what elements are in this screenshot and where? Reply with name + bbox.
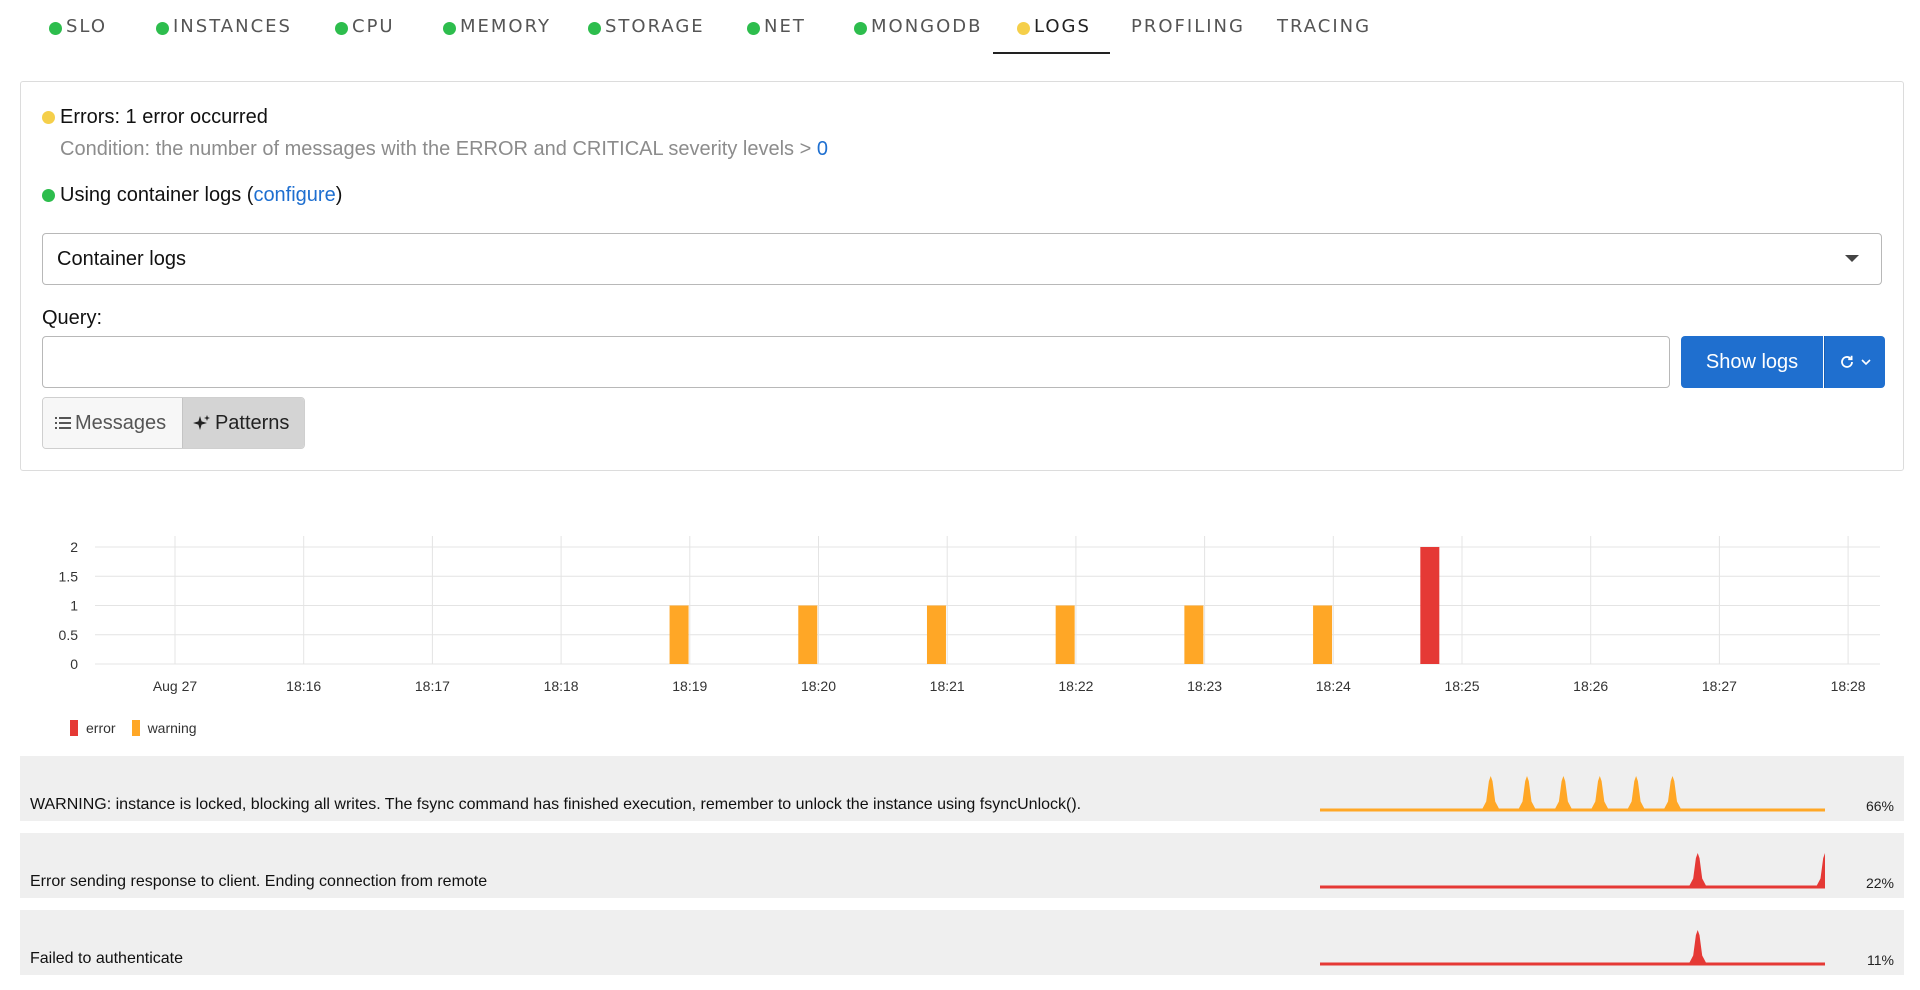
x-tick-label: 18:27	[1702, 678, 1737, 694]
warning-bar	[926, 605, 946, 664]
warning-bar	[1184, 605, 1204, 664]
sparkles-icon	[192, 414, 211, 432]
check-condition: Condition: the number of messages with t…	[60, 138, 828, 160]
pattern-percent: 22%	[1865, 875, 1894, 891]
pattern-message: WARNING: instance is locked, blocking al…	[30, 796, 1082, 813]
x-tick-label: 18:25	[1444, 678, 1479, 694]
chevron-down-icon	[1861, 358, 1871, 366]
x-tick-label: 18:20	[801, 678, 836, 694]
show-logs-button[interactable]: Show logs	[1681, 336, 1823, 388]
warning-status-dot-icon	[42, 111, 55, 124]
active-tab-indicator	[993, 52, 1110, 54]
status-dot-icon	[443, 22, 456, 35]
pattern-row[interactable]: Error sending response to client. Ending…	[20, 833, 1904, 898]
tab-tracing[interactable]: TRACING	[1277, 16, 1371, 56]
status-dot-icon	[588, 22, 601, 35]
status-dot-icon	[747, 22, 760, 35]
x-tick-label: 18:26	[1573, 678, 1608, 694]
pattern-sparkline	[1320, 853, 1825, 889]
legend-item-error[interactable]: error	[70, 720, 116, 736]
condition-threshold-link[interactable]: 0	[817, 138, 828, 160]
messages-view-button[interactable]: Messages	[43, 398, 182, 448]
log-source-select[interactable]: Container logs	[42, 233, 1882, 285]
x-tick-label: 18:16	[286, 678, 321, 694]
status-dot-icon	[335, 22, 348, 35]
tab-instances[interactable]: INSTANCES	[156, 16, 292, 56]
legend-item-warning[interactable]: warning	[131, 720, 197, 736]
log-volume-chart: 0 0.5 1 1.5 2 Aug 27 18:16 18:17 18:18 18:19 18:20…	[59, 536, 1880, 694]
warning-bar	[1313, 605, 1333, 664]
sparkline-area	[1320, 853, 1825, 887]
pattern-sparkline	[1320, 930, 1825, 966]
sparkline-area	[1320, 930, 1825, 964]
configure-link[interactable]: configure	[253, 184, 335, 207]
tab-profiling[interactable]: PROFILING	[1131, 16, 1245, 56]
tab-memory[interactable]: MEMORY	[443, 16, 551, 56]
tab-slo[interactable]: SLO	[49, 16, 107, 56]
x-tick-label: 18:18	[544, 678, 579, 694]
patterns-view-button[interactable]: Patterns	[181, 398, 304, 448]
pattern-message: Failed to authenticate	[30, 950, 183, 967]
view-toggle: Messages Patterns	[42, 397, 305, 449]
pattern-sparkline	[1320, 776, 1825, 812]
logs-check-panel: Errors: 1 error occurred Condition: the …	[20, 81, 1904, 471]
refresh-dropdown-button[interactable]	[1824, 336, 1885, 388]
y-tick-label: 0	[70, 656, 78, 672]
pattern-percent: 11%	[1867, 952, 1894, 968]
sparkline-area	[1320, 776, 1825, 810]
tab-mongodb[interactable]: MONGODB	[854, 16, 983, 56]
error-bar	[1420, 547, 1440, 664]
x-tick-label: Aug 27	[153, 678, 198, 694]
x-tick-label: 18:21	[930, 678, 965, 694]
chart-legend: error warning	[70, 720, 213, 736]
pattern-row[interactable]: Failed to authenticate 11%	[20, 910, 1904, 975]
errors-status: Errors: 1 error occurred	[42, 106, 268, 129]
query-input[interactable]	[42, 336, 1670, 388]
legend-swatch	[131, 720, 140, 736]
list-icon	[55, 416, 71, 430]
x-tick-label: 18:22	[1058, 678, 1093, 694]
warning-bar	[798, 605, 818, 664]
x-tick-label: 18:19	[672, 678, 707, 694]
warning-bar	[1055, 605, 1075, 664]
x-tick-label: 18:23	[1187, 678, 1222, 694]
refresh-icon	[1839, 354, 1855, 370]
pattern-row[interactable]: WARNING: instance is locked, blocking al…	[20, 756, 1904, 821]
caret-down-icon	[1845, 255, 1859, 262]
pattern-message: Error sending response to client. Ending…	[30, 873, 488, 890]
y-tick-label: 1.5	[59, 568, 79, 584]
tab-cpu[interactable]: CPU	[335, 16, 395, 56]
status-dot-icon	[854, 22, 867, 35]
x-tick-label: 18:17	[415, 678, 450, 694]
y-tick-label: 2	[70, 539, 78, 555]
y-tick-label: 1	[70, 598, 78, 614]
status-dot-icon	[49, 22, 62, 35]
tab-logs[interactable]: LOGS	[1017, 16, 1091, 56]
warning-bar	[669, 605, 689, 664]
status-dot-icon	[156, 22, 169, 35]
tab-net[interactable]: NET	[747, 16, 806, 56]
pattern-percent: 66%	[1865, 798, 1894, 814]
ok-status-dot-icon	[42, 189, 55, 202]
tab-bar: SLO INSTANCES CPU MEMORY STORAGE NET MON…	[0, 0, 1920, 56]
legend-swatch	[70, 720, 78, 736]
x-tick-label: 18:24	[1316, 678, 1351, 694]
y-tick-label: 0.5	[59, 627, 79, 643]
x-tick-label: 18:28	[1831, 678, 1866, 694]
query-label: Query:	[42, 307, 103, 329]
tab-storage[interactable]: STORAGE	[588, 16, 705, 56]
log-source-status: Using container logs (configure)	[42, 184, 342, 207]
status-dot-icon	[1017, 22, 1030, 35]
